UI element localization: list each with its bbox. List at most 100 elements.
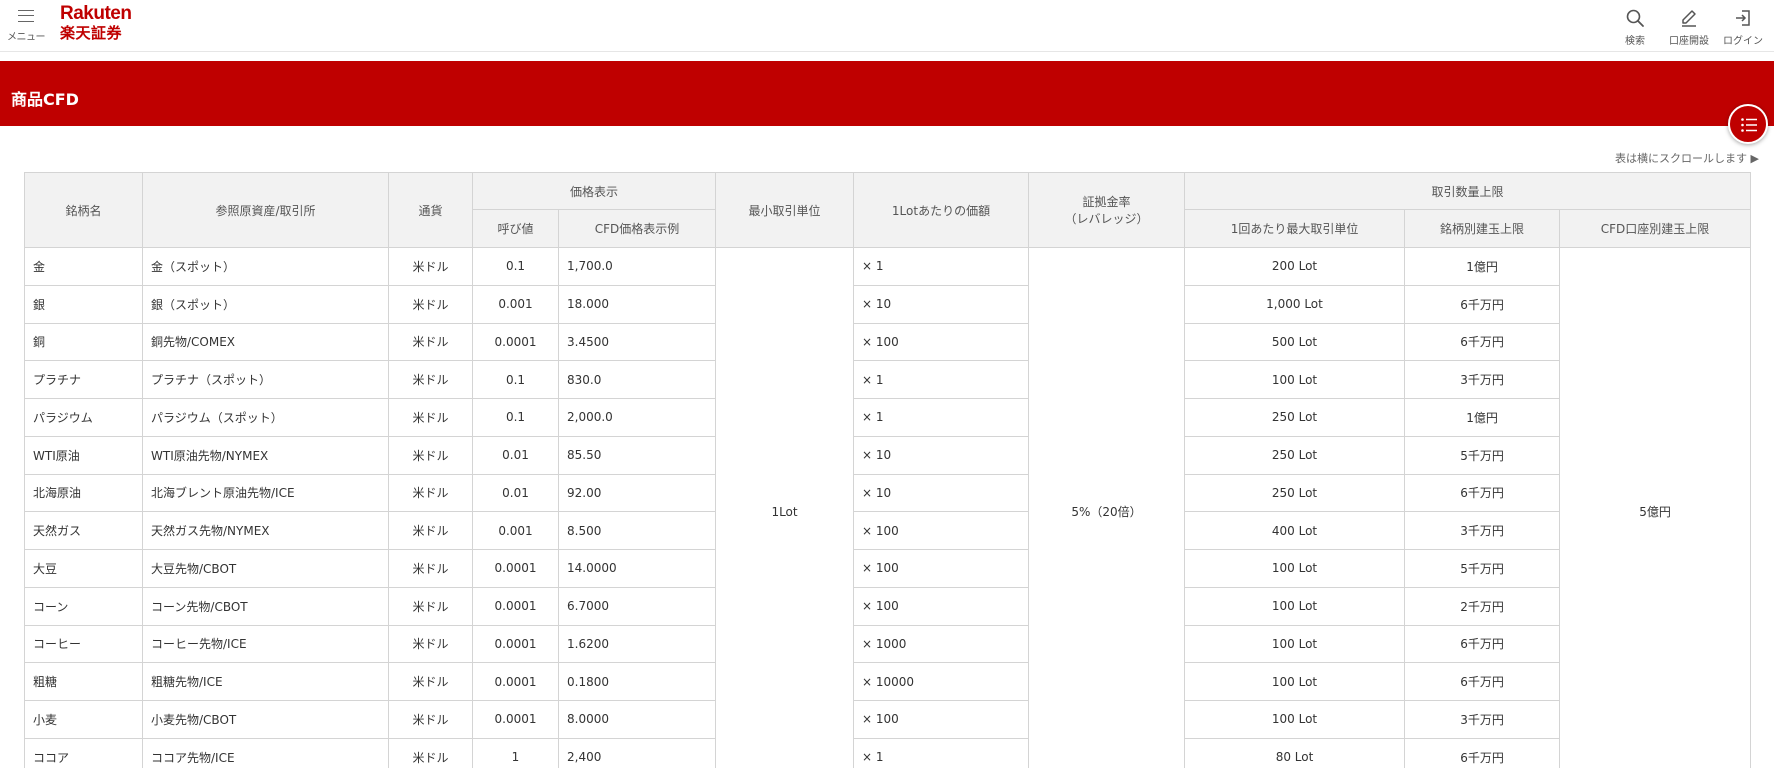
- cell-currency: 米ドル: [388, 586, 473, 626]
- table-row: 粗糖 粗糖先物/ICE 米ドル 0.0001 0.1800 × 10000 100 Lot 6…: [24, 662, 1751, 701]
- cell-currency: 米ドル: [388, 247, 473, 286]
- cell-max-per-trade: 250 Lot: [1184, 473, 1406, 513]
- cell-lot-value: × 1000: [853, 624, 1030, 664]
- cell-per-issue-limit: 1億円: [1404, 398, 1561, 437]
- cell-currency: 米ドル: [388, 624, 473, 664]
- cell-tick: 0.0001: [472, 322, 559, 362]
- cell-lot-value: × 100: [853, 322, 1030, 362]
- table-row: 銅銅先物/COMEX 米ドル 0.0001 3.4500 × 100 500 Lot 6千万…: [24, 322, 1751, 362]
- search-label: 検索: [1625, 36, 1645, 47]
- cell-price-example: 1,700.0: [557, 247, 717, 286]
- cell-tick: 0.0001: [472, 662, 559, 701]
- cell-reference: コーヒー先物/ICE: [142, 624, 389, 664]
- logo-text-ja: 楽天証券: [60, 24, 123, 42]
- cell-price-example: 3.4500: [557, 322, 717, 362]
- cell-per-issue-limit: 2千万円: [1404, 586, 1561, 626]
- cell-per-issue-limit: 6千万円: [1404, 284, 1561, 324]
- cell-max-per-trade: 100 Lot: [1184, 549, 1406, 588]
- cell-reference: パラジウム（スポット）: [142, 398, 389, 437]
- cell-price-example: 85.50: [557, 435, 717, 475]
- cell-currency: 米ドル: [388, 322, 473, 362]
- cell-price-example: 2,000.0: [557, 398, 717, 437]
- cell-name: コーヒー: [24, 624, 143, 664]
- cell-currency: 米ドル: [388, 398, 473, 437]
- margin-header-line2: （レバレッジ）: [1064, 212, 1149, 226]
- cell-tick: 0.0001: [472, 586, 559, 626]
- table-row: 銀銀（スポット） 米ドル 0.001 18.000 × 10 1,000 Lot 6千万円: [24, 284, 1751, 324]
- cell-tick: 0.01: [472, 435, 559, 475]
- cell-reference: コーン先物/CBOT: [142, 586, 389, 626]
- cell-max-per-trade: 1,000 Lot: [1184, 284, 1406, 324]
- cell-max-per-trade: 100 Lot: [1184, 624, 1406, 664]
- cell-max-per-trade: 100 Lot: [1184, 662, 1406, 701]
- table-row: 北海原油 北海ブレント原油先物/ICE 米ドル 0.01 92.00 × 10 250 Lo…: [24, 473, 1751, 513]
- cell-max-per-trade: 200 Lot: [1184, 247, 1406, 286]
- cell-tick: 0.1: [472, 247, 559, 286]
- cell-currency: 米ドル: [388, 549, 473, 588]
- login-button[interactable]: ログイン: [1716, 6, 1770, 47]
- cell-reference: 小麦先物/CBOT: [142, 700, 389, 739]
- table-row: 小麦 小麦先物/CBOT 米ドル 0.0001 8.0000 × 100 100 Lot 3千…: [24, 700, 1751, 739]
- col-header-qty-limit: 取引数量上限: [1184, 172, 1752, 210]
- cell-lot-value: × 100: [853, 700, 1030, 739]
- col-header-per-issue-limit: 銘柄別建玉上限: [1404, 209, 1561, 248]
- table-of-contents-button[interactable]: [1728, 104, 1768, 144]
- cell-currency: 米ドル: [388, 662, 473, 701]
- open-account-button[interactable]: 口座開設: [1662, 6, 1716, 47]
- cell-price-example: 14.0000: [557, 549, 717, 588]
- page-title-band: 商品CFD: [0, 61, 1774, 126]
- cell-max-per-trade: 100 Lot: [1184, 360, 1406, 399]
- cell-min-unit: 1Lot: [715, 247, 855, 768]
- search-button[interactable]: 検索: [1608, 6, 1662, 47]
- cell-name: 大豆: [24, 549, 143, 588]
- cell-reference: 粗糖先物/ICE: [142, 662, 389, 701]
- cell-tick: 0.0001: [472, 624, 559, 664]
- cell-tick: 0.0001: [472, 700, 559, 739]
- cell-max-per-trade: 400 Lot: [1184, 511, 1406, 550]
- table-row: コーヒー コーヒー先物/ICE 米ドル 0.0001 1.6200 × 1000 100 L…: [24, 624, 1751, 664]
- cell-tick: 0.1: [472, 398, 559, 437]
- cell-per-issue-limit: 3千万円: [1404, 700, 1561, 739]
- table-row: プラチナ プラチナ（スポット） 米ドル 0.1 830.0 × 1 100 Lot 3千万円: [24, 360, 1751, 399]
- rakuten-logo[interactable]: Rakuten 楽天証券: [60, 3, 132, 43]
- cell-per-issue-limit: 1億円: [1404, 247, 1561, 286]
- table-row: 金金（スポット） 米ドル 0.1 1,700.0 1Lot × 1 5%（20倍） 200 L…: [24, 247, 1752, 768]
- cell-lot-value: × 100: [853, 549, 1030, 588]
- col-header-price-display: 価格表示: [471, 172, 717, 210]
- cell-currency: 米ドル: [388, 360, 473, 399]
- cell-currency: 米ドル: [388, 435, 473, 475]
- logo-text-en: Rakuten: [60, 3, 132, 24]
- login-icon: [1736, 10, 1750, 26]
- search-icon: [1626, 9, 1644, 27]
- cell-price-example: 92.00: [557, 473, 717, 513]
- col-header-name: 銘柄名: [24, 172, 143, 248]
- cell-reference: 銀（スポット）: [142, 284, 389, 324]
- cell-max-per-trade: 500 Lot: [1184, 322, 1406, 362]
- cell-price-example: 2,400: [557, 737, 717, 768]
- cell-max-per-trade: 250 Lot: [1184, 398, 1406, 437]
- cell-reference: 天然ガス先物/NYMEX: [142, 511, 389, 550]
- cell-max-per-trade: 250 Lot: [1184, 435, 1406, 475]
- cell-reference: 銅先物/COMEX: [142, 322, 389, 362]
- page-title: 商品CFD: [11, 90, 79, 109]
- cell-per-issue-limit: 3千万円: [1404, 511, 1561, 550]
- cell-tick: 0.001: [472, 511, 559, 550]
- cell-name: 北海原油: [24, 473, 143, 513]
- cell-max-per-trade: 80 Lot: [1184, 737, 1406, 768]
- menu-button[interactable]: メニュー: [6, 8, 46, 44]
- cell-max-per-trade: 100 Lot: [1184, 700, 1406, 739]
- col-header-tick: 呼び値: [472, 209, 559, 248]
- cell-tick: 0.1: [472, 360, 559, 399]
- cell-name: 小麦: [24, 700, 143, 739]
- cell-name: パラジウム: [24, 398, 143, 437]
- cell-price-example: 1.6200: [557, 624, 717, 664]
- hamburger-icon: [18, 10, 34, 22]
- pencil-icon: [1682, 10, 1696, 27]
- list-icon: [1741, 118, 1757, 132]
- col-header-margin: 証拠金率 （レバレッジ）: [1028, 172, 1186, 248]
- cell-lot-value: × 1: [853, 398, 1030, 437]
- table-row: パラジウム パラジウム（スポット） 米ドル 0.1 2,000.0 × 1 250 Lot 1…: [24, 398, 1751, 437]
- cell-per-issue-limit: 6千万円: [1404, 322, 1561, 362]
- cell-name: 銀: [24, 284, 143, 324]
- commodity-cfd-table[interactable]: 銘柄名 参照原資産/取引所 通貨 価格表示 最小取引単位 1Lotあたりの価額 …: [24, 172, 1752, 768]
